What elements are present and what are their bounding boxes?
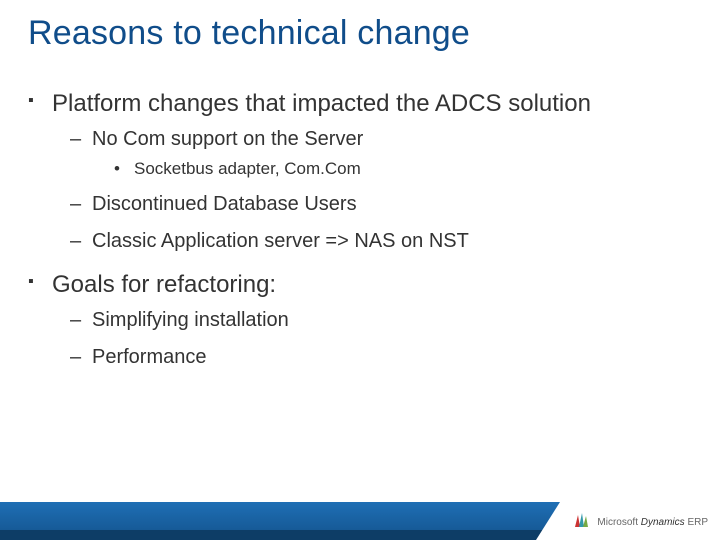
bullet-level2: Performance bbox=[70, 346, 680, 369]
bullet-text: No Com support on the Server bbox=[92, 128, 363, 150]
brand-text: Microsoft Dynamics ERP bbox=[597, 517, 708, 528]
slide-title: Reasons to technical change bbox=[28, 14, 470, 53]
decorative-bar-diagonal bbox=[536, 502, 560, 540]
bullet-level2: Classic Application server => NAS on NST bbox=[70, 230, 680, 253]
bullet-text: Discontinued Database Users bbox=[92, 193, 357, 215]
brand-footer: Microsoft Dynamics ERP bbox=[573, 511, 708, 534]
slide-content: Platform changes that impacted the ADCS … bbox=[28, 90, 680, 387]
bullet-text: Simplifying installation bbox=[92, 309, 289, 331]
decorative-bar: Microsoft Dynamics ERP bbox=[0, 502, 720, 540]
slide: Reasons to technical change Platform cha… bbox=[0, 0, 720, 540]
bullet-level1: Platform changes that impacted the ADCS … bbox=[28, 90, 680, 253]
bullet-level2: No Com support on the Server Socketbus a… bbox=[70, 128, 680, 179]
bullet-text: Classic Application server => NAS on NST bbox=[92, 230, 469, 252]
bullet-text: Platform changes that impacted the ADCS … bbox=[52, 90, 591, 117]
brand-erp: ERP bbox=[687, 517, 708, 528]
dynamics-logo-icon bbox=[573, 511, 591, 534]
bullet-text: Socketbus adapter, Com.Com bbox=[134, 159, 361, 178]
bullet-level1: Goals for refactoring: Simplifying insta… bbox=[28, 271, 680, 369]
bullet-level2: Discontinued Database Users bbox=[70, 193, 680, 216]
bullet-level2: Simplifying installation bbox=[70, 309, 680, 332]
brand-dynamics: Dynamics bbox=[641, 517, 685, 528]
brand-microsoft: Microsoft bbox=[597, 517, 638, 528]
bullet-level3: Socketbus adapter, Com.Com bbox=[114, 159, 680, 179]
bullet-text: Performance bbox=[92, 346, 207, 368]
bullet-text: Goals for refactoring: bbox=[52, 271, 276, 298]
